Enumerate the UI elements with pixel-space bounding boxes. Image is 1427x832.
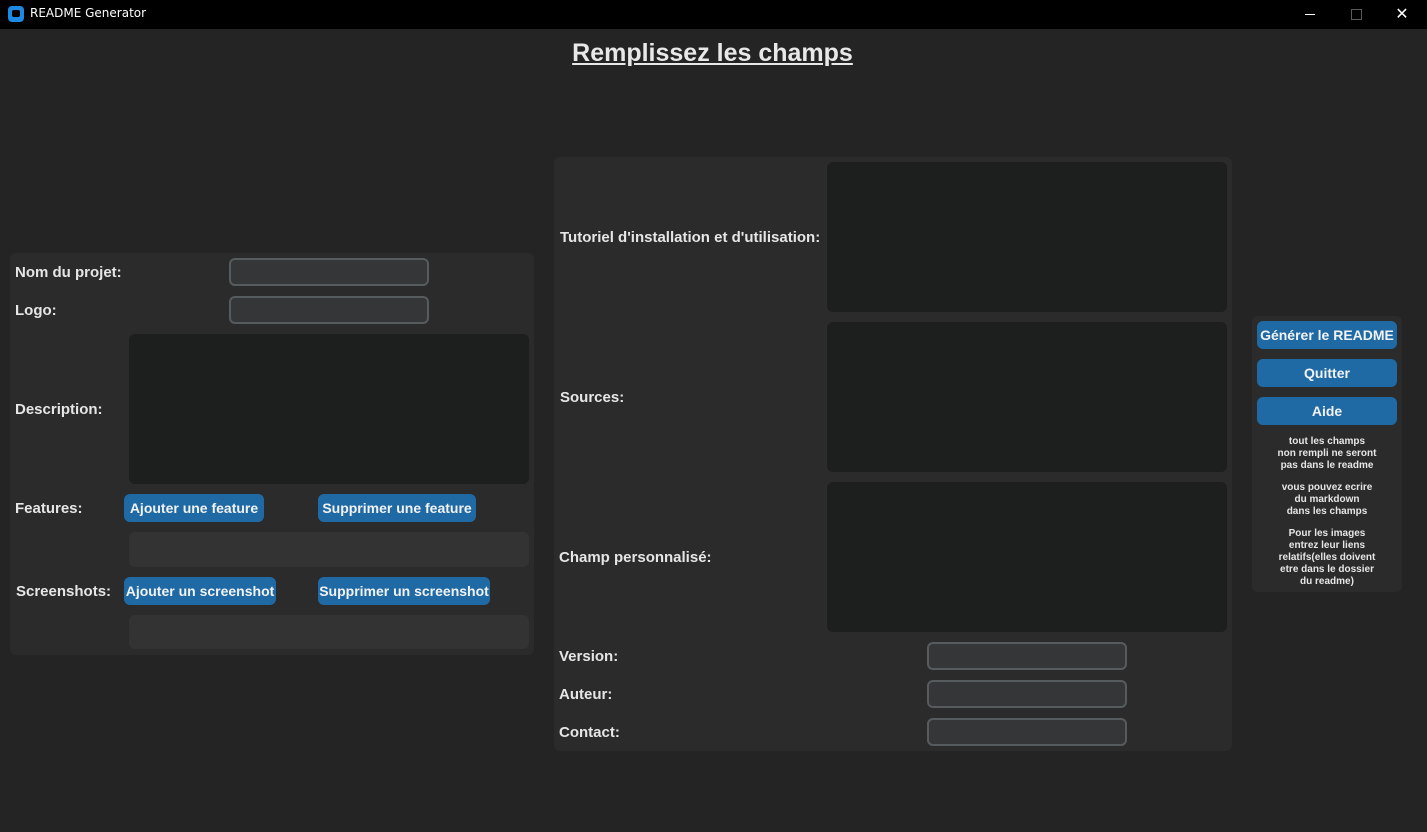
remove-feature-button[interactable]: Supprimer une feature (318, 494, 476, 522)
window-title: README Generator (30, 6, 147, 20)
right-panel: Générer le README Quitter Aide tout les … (1252, 316, 1402, 592)
features-label: Features: (15, 500, 83, 517)
app-window: README Generator ✕ Remplissez les champs… (0, 0, 1427, 832)
maximize-icon (1350, 9, 1362, 20)
custom-field-textbox[interactable] (827, 482, 1227, 632)
sources-textbox[interactable] (827, 322, 1227, 472)
app-icon (8, 6, 24, 22)
features-list[interactable] (129, 532, 529, 567)
screenshots-list[interactable] (129, 615, 529, 649)
version-input[interactable] (927, 642, 1127, 670)
close-icon: ✕ (1395, 5, 1409, 23)
title-bar: README Generator ✕ (0, 0, 1427, 29)
project-name-input[interactable] (229, 258, 429, 286)
minimize-button[interactable] (1287, 0, 1333, 29)
close-button[interactable]: ✕ (1379, 0, 1425, 29)
author-input[interactable] (927, 680, 1127, 708)
generate-readme-button[interactable]: Générer le README (1257, 321, 1397, 349)
note-empty-fields: tout les champs non rempli ne seront pas… (1277, 436, 1377, 471)
contact-input[interactable] (927, 718, 1127, 746)
help-button[interactable]: Aide (1257, 397, 1397, 425)
center-panel: Tutoriel d'installation et d'utilisation… (554, 157, 1232, 751)
note-images: Pour les images entrez leur liens relati… (1278, 528, 1376, 587)
minimize-icon (1305, 14, 1315, 15)
maximize-button[interactable] (1333, 0, 1379, 29)
quit-button[interactable]: Quitter (1257, 359, 1397, 387)
description-label: Description: (15, 401, 103, 418)
logo-label: Logo: (15, 302, 57, 319)
add-screenshot-button[interactable]: Ajouter un screenshot (124, 577, 276, 605)
left-panel: Nom du projet: Logo: Description: Featur… (10, 253, 534, 655)
version-label: Version: (559, 648, 619, 665)
tutorial-textbox[interactable] (827, 162, 1227, 312)
author-label: Auteur: (559, 686, 613, 703)
contact-label: Contact: (559, 724, 620, 741)
project-name-label: Nom du projet: (15, 264, 122, 281)
screenshots-label: Screenshots: (16, 583, 112, 600)
page-title: Remplissez les champs (572, 39, 853, 67)
tutorial-label: Tutoriel d'installation et d'utilisation… (560, 229, 821, 246)
custom-field-label: Champ personnalisé: (559, 549, 712, 566)
logo-input[interactable] (229, 296, 429, 324)
note-markdown: vous pouvez ecrire du markdown dans les … (1281, 482, 1373, 517)
remove-screenshot-button[interactable]: Supprimer un screenshot (318, 577, 490, 605)
description-textbox[interactable] (129, 334, 529, 484)
add-feature-button[interactable]: Ajouter une feature (124, 494, 264, 522)
sources-label: Sources: (560, 389, 625, 406)
